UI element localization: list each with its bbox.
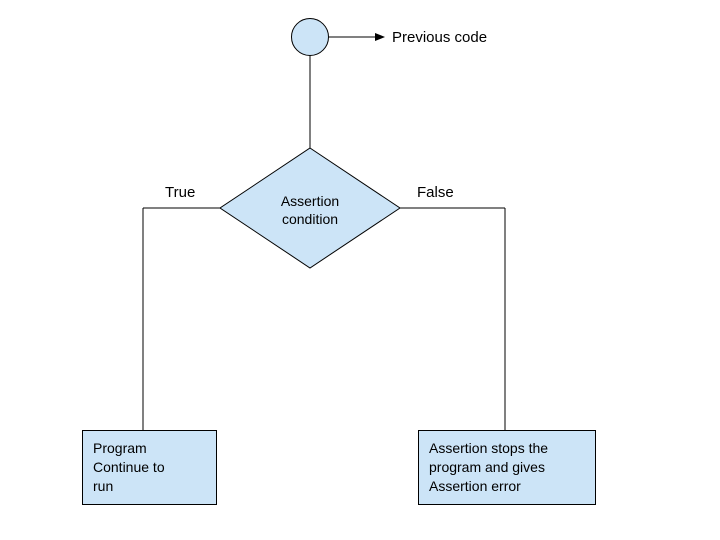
flowchart-diagram: Previous code Assertion condition True F… (0, 0, 720, 540)
true-outcome-line1: Program (93, 439, 206, 458)
false-outcome-box: Assertion stops the program and gives As… (418, 430, 596, 505)
previous-code-label: Previous code (392, 29, 487, 46)
false-outcome-line3: Assertion error (429, 477, 585, 496)
false-outcome-line1: Assertion stops the (429, 439, 585, 458)
true-outcome-box: Program Continue to run (82, 430, 217, 505)
decision-label: Assertion condition (281, 193, 339, 227)
start-node (291, 18, 329, 56)
false-branch-label: False (417, 184, 454, 201)
true-outcome-line2: Continue to (93, 458, 206, 477)
decision-node-text: Assertion condition (270, 192, 350, 228)
false-outcome-line2: program and gives (429, 458, 585, 477)
true-branch-label: True (165, 184, 195, 201)
true-outcome-line3: run (93, 477, 206, 496)
